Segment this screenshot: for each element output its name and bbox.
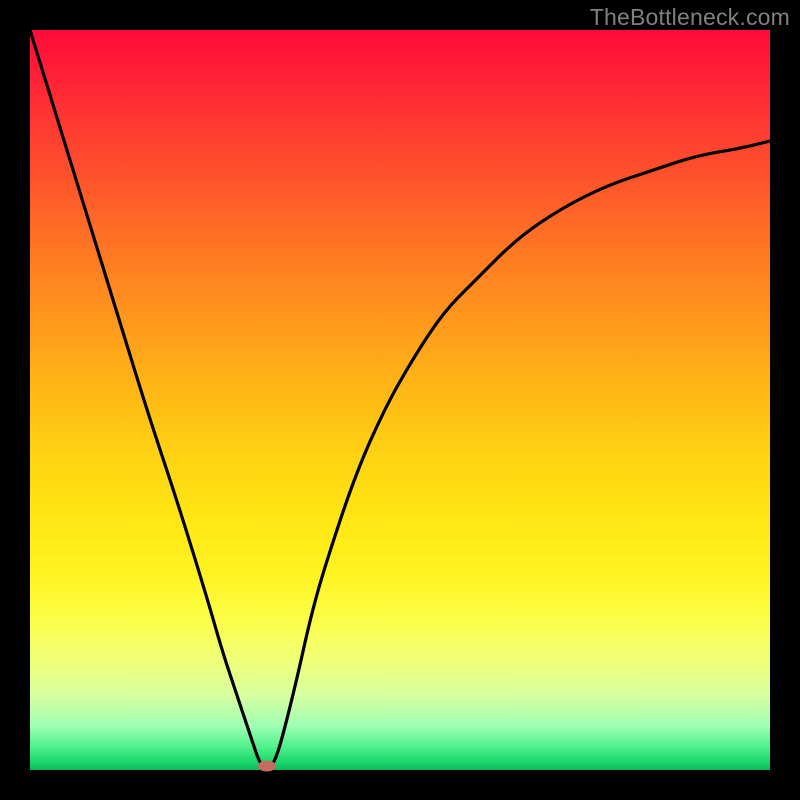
plot-area — [30, 30, 770, 770]
bottleneck-curve — [30, 30, 770, 770]
minimum-marker — [258, 761, 276, 772]
watermark-text: TheBottleneck.com — [590, 4, 790, 31]
chart-frame: TheBottleneck.com — [0, 0, 800, 800]
